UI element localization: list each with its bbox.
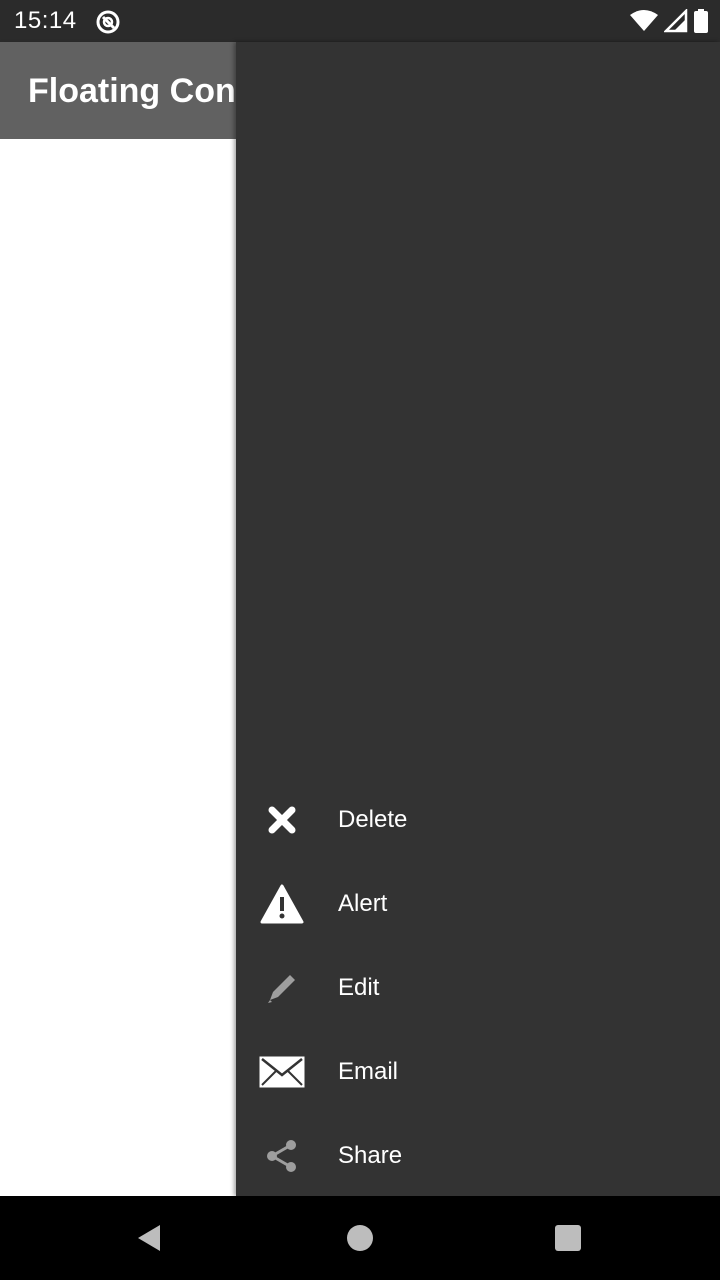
menu-item-label: Share — [338, 1142, 403, 1169]
floating-menu-panel: Delete Alert Edit Email Share — [236, 42, 720, 1196]
recents-icon[interactable] — [552, 1222, 584, 1254]
menu-item-edit[interactable]: Edit — [236, 946, 720, 1030]
app-notification-icon — [96, 10, 120, 34]
home-icon[interactable] — [344, 1222, 376, 1254]
envelope-icon — [258, 1048, 306, 1096]
menu-item-label: Delete — [338, 806, 408, 833]
menu-item-label: Email — [338, 1058, 399, 1085]
status-time: 15:14 — [14, 7, 77, 34]
menu-item-label: Alert — [338, 890, 388, 917]
back-icon[interactable] — [134, 1222, 166, 1254]
delete-x-icon — [258, 796, 306, 844]
cellular-signal-icon — [664, 9, 688, 33]
menu-item-delete[interactable]: Delete — [236, 778, 720, 862]
pencil-icon — [258, 964, 306, 1012]
status-icons — [630, 9, 708, 33]
menu-item-share[interactable]: Share — [236, 1114, 720, 1198]
alert-warning-icon — [258, 880, 306, 928]
navigation-bar — [0, 1196, 720, 1280]
status-bar: 15:14 — [0, 0, 720, 42]
app-title: Floating Cont — [28, 72, 248, 110]
menu-list: Delete Alert Edit Email Share — [236, 778, 720, 1198]
share-icon — [258, 1132, 306, 1180]
menu-item-email[interactable]: Email — [236, 1030, 720, 1114]
wifi-icon — [630, 10, 658, 31]
menu-item-label: Edit — [338, 974, 380, 1001]
menu-item-alert[interactable]: Alert — [236, 862, 720, 946]
battery-icon — [694, 9, 708, 33]
